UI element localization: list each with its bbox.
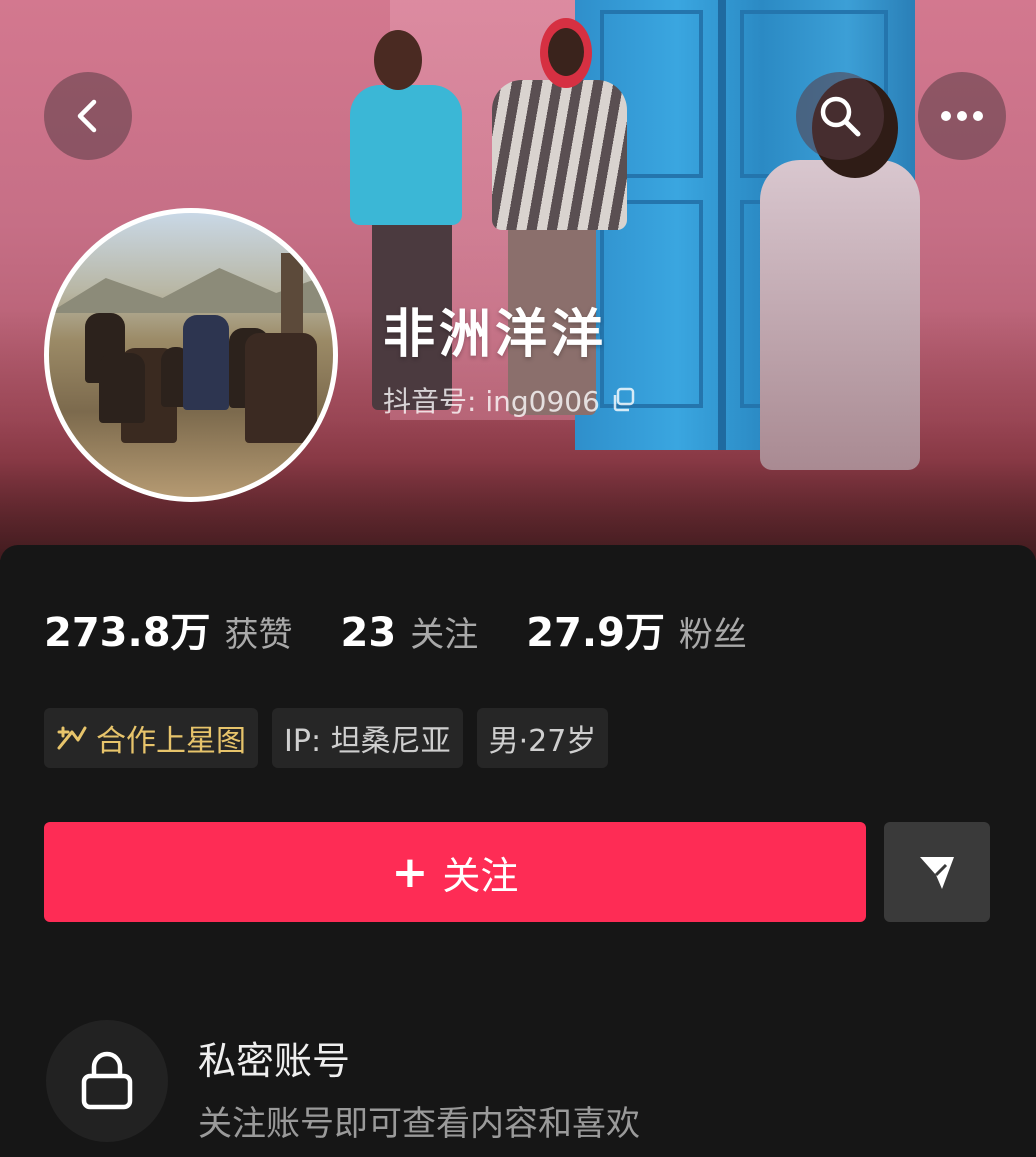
more-button[interactable] <box>918 72 1006 160</box>
star-tag[interactable]: 合作上星图 <box>44 708 258 768</box>
stat-value: 27.9万 <box>526 610 665 656</box>
more-horizontal-icon <box>941 111 983 121</box>
gender-age-label: 男·27岁 <box>488 724 597 759</box>
douyin-id[interactable]: 抖音号: ing0906 <box>383 380 636 420</box>
stat-followers[interactable]: 27.9万 粉丝 <box>526 600 747 658</box>
search-icon <box>820 96 861 137</box>
profile-tags: 合作上星图 IP: 坦桑尼亚 男·27岁 <box>44 708 609 768</box>
follow-button[interactable]: + 关注 <box>44 822 866 922</box>
stat-likes[interactable]: 273.8万 获赞 <box>44 600 293 658</box>
stat-label: 粉丝 <box>678 615 747 655</box>
stats-row: 273.8万 获赞 23 关注 27.9万 粉丝 <box>44 600 795 658</box>
display-name: 非洲洋洋 <box>383 305 608 365</box>
stat-label: 关注 <box>410 615 479 655</box>
share-button[interactable] <box>884 822 990 922</box>
star-map-icon <box>57 726 87 750</box>
send-icon <box>920 857 954 889</box>
private-account-badge <box>46 1020 168 1142</box>
stat-label: 获赞 <box>224 615 293 655</box>
stat-following[interactable]: 23 关注 <box>341 607 479 656</box>
private-account-title: 私密账号 <box>198 1039 351 1083</box>
private-account-description: 关注账号即可查看内容和喜欢 <box>198 1104 640 1144</box>
cover-person <box>350 85 462 225</box>
chevron-left-icon <box>77 99 97 133</box>
back-button[interactable] <box>44 72 132 160</box>
cover-person <box>492 80 627 230</box>
stat-value: 23 <box>340 610 397 656</box>
plus-icon: + <box>391 846 429 898</box>
lock-icon <box>81 1051 133 1110</box>
follow-label: 关注 <box>442 853 519 898</box>
star-tag-label: 合作上星图 <box>96 724 246 759</box>
ip-tag: IP: 坦桑尼亚 <box>272 708 463 768</box>
search-button[interactable] <box>796 72 884 160</box>
cover-person <box>760 160 920 470</box>
douyin-id-text: 抖音号: ing0906 <box>383 385 600 418</box>
gender-age-tag: 男·27岁 <box>476 708 609 768</box>
copy-icon[interactable] <box>610 387 636 413</box>
ip-tag-label: IP: 坦桑尼亚 <box>284 724 451 759</box>
avatar[interactable] <box>44 208 338 502</box>
stat-value: 273.8万 <box>44 610 211 656</box>
